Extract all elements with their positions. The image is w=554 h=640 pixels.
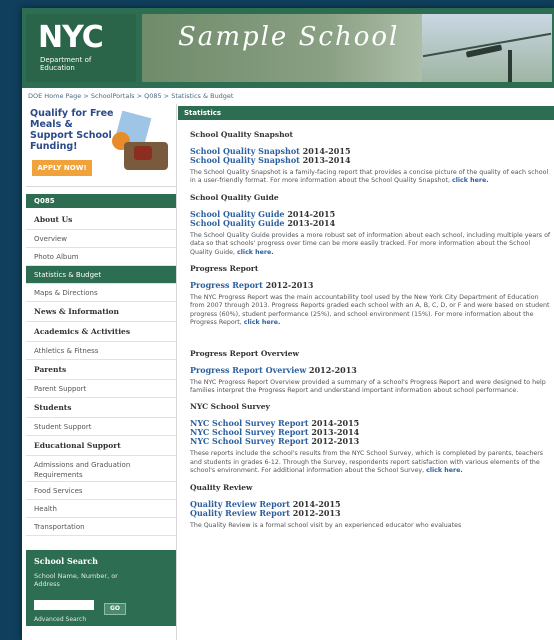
nyc-doe-logo[interactable]: NYC Department of Education (26, 14, 136, 82)
report-year: 2012-2013 (311, 436, 360, 447)
report-link-line: School Quality Guide 2013-2014 (190, 217, 552, 228)
report-link-line: Quality Review Report 2012-2013 (190, 507, 552, 518)
apply-now-button[interactable]: APPLY NOW! (32, 160, 92, 176)
logo-title: NYC (38, 20, 104, 55)
section-title: School Quality Guide (190, 192, 279, 202)
site-header: NYC Department of Education Sample Schoo… (22, 8, 554, 88)
click-here-link[interactable]: click here. (426, 467, 463, 474)
section-title: School Quality Snapshot (190, 130, 293, 139)
sidebar-section-heading[interactable]: Academics & Activities (26, 322, 176, 342)
sidebar-nav: About Us Overview Photo Album Statistics & … (26, 210, 176, 536)
statistics-sections: School Quality Snapshot School Quality Sn… (190, 130, 552, 537)
report-link[interactable]: NYC School Survey Report (190, 436, 309, 446)
report-year: 2013-2014 (287, 217, 336, 228)
description-text: These reports include the school's resul… (190, 450, 544, 475)
description-text: The NYC Progress Report Overview provide… (190, 378, 546, 395)
search-hint: School Name, Number, or Address (34, 572, 118, 588)
free-meals-promo[interactable]: Qualify for Free Meals & Support School … (26, 104, 176, 187)
sidebar-item[interactable]: Admissions and Graduation Requirements (26, 456, 176, 482)
sidebar-item[interactable]: Statistics & Budget (26, 266, 176, 284)
report-section: Progress Report Progress Report 2012-2013… (190, 264, 552, 328)
report-link[interactable]: Progress Report (190, 280, 263, 290)
banner-pole (508, 50, 512, 82)
description-text: The Quality Review is a formal school vi… (190, 521, 462, 529)
breadcrumb[interactable]: DOE Home Page > SchoolPortals > Q085 > S… (28, 92, 233, 100)
section-description: These reports include the school's resul… (190, 450, 552, 475)
report-link-line: NYC School Survey Report 2012-2013 (190, 437, 552, 446)
section-title: Progress Report Overview (190, 348, 299, 358)
report-year: 2012-2013 (309, 364, 357, 375)
sidebar-section-heading[interactable]: About Us (26, 210, 176, 230)
sidebar: Qualify for Free Meals & Support School … (26, 104, 177, 640)
description-text: The School Quality Snapshot is a family-… (190, 169, 549, 185)
school-code-bar: Q085 (26, 194, 176, 208)
school-banner: Sample School (142, 14, 552, 82)
report-section: NYC School Survey NYC School Survey Repor… (190, 402, 552, 475)
sidebar-item[interactable]: Health (26, 500, 176, 518)
sidebar-item[interactable]: Transportation (26, 518, 176, 536)
click-here-link[interactable]: click here. (237, 249, 274, 256)
sidebar-section-heading[interactable]: Educational Support (26, 436, 176, 456)
section-description: The School Quality Guide provides a more… (190, 232, 552, 257)
page: NYC Department of Education Sample Schoo… (22, 8, 554, 640)
sidebar-item[interactable]: Parent Support (26, 380, 176, 398)
report-section: Quality Review Quality Review Report 2014… (190, 483, 552, 530)
report-link[interactable]: School Quality Snapshot (190, 155, 300, 165)
banner-title: Sample School (178, 22, 400, 52)
sidebar-item[interactable]: Food Services (26, 482, 176, 500)
sidebar-item[interactable]: Student Support (26, 418, 176, 436)
main-content: Statistics School Quality Snapshot School… (178, 106, 554, 640)
click-here-link[interactable]: click here. (244, 319, 281, 326)
report-link[interactable]: Progress Report Overview (190, 365, 306, 375)
sidebar-item[interactable]: Photo Album (26, 248, 176, 266)
report-year: 2012-2013 (265, 280, 314, 291)
promo-title: Qualify for Free Meals & Support School … (30, 108, 114, 152)
search-title: School Search (34, 556, 98, 566)
sidebar-item[interactable]: Maps & Directions (26, 284, 176, 302)
section-description: The Quality Review is a formal school vi… (190, 522, 552, 530)
section-title: Progress Report (190, 264, 259, 274)
sidebar-item[interactable]: Athletics & Fitness (26, 342, 176, 360)
lunch-tray-image (112, 110, 172, 176)
logo-subtitle: Department of Education (40, 56, 92, 72)
section-description: The School Quality Snapshot is a family-… (190, 169, 552, 186)
section-description: The NYC Progress Report was the main acc… (190, 294, 552, 328)
report-section: Progress Report Overview Progress Report … (190, 349, 552, 396)
report-link[interactable]: Quality Review Report (190, 508, 290, 518)
section-title: NYC School Survey (190, 402, 270, 412)
advanced-search-link[interactable]: Advanced Search (34, 616, 86, 623)
food-icon (134, 146, 152, 160)
section-title: Quality Review (190, 482, 253, 492)
school-search-box: School Search School Name, Number, or Ad… (26, 550, 176, 626)
search-go-button[interactable]: GO (104, 603, 126, 615)
report-link-line: School Quality Snapshot 2013-2014 (190, 156, 552, 165)
report-year: 2013-2014 (302, 155, 351, 165)
report-section: School Quality Snapshot School Quality Sn… (190, 130, 552, 186)
section-description: The NYC Progress Report Overview provide… (190, 379, 552, 396)
sidebar-section-heading[interactable]: News & Information (26, 302, 176, 322)
report-link[interactable]: School Quality Guide (190, 218, 285, 228)
school-search-input[interactable] (34, 600, 94, 610)
report-section: School Quality Guide School Quality Guide… (190, 193, 552, 257)
sidebar-section-heading[interactable]: Students (26, 398, 176, 418)
report-link-line: Progress Report 2012-2013 (190, 281, 552, 290)
page-title: Statistics (178, 106, 554, 120)
sidebar-section-heading[interactable]: Parents (26, 360, 176, 380)
click-here-link[interactable]: click here. (452, 177, 489, 184)
sidebar-item[interactable]: Overview (26, 230, 176, 248)
report-link-line: Progress Report Overview 2012-2013 (190, 364, 552, 375)
report-year: 2012-2013 (292, 507, 341, 518)
